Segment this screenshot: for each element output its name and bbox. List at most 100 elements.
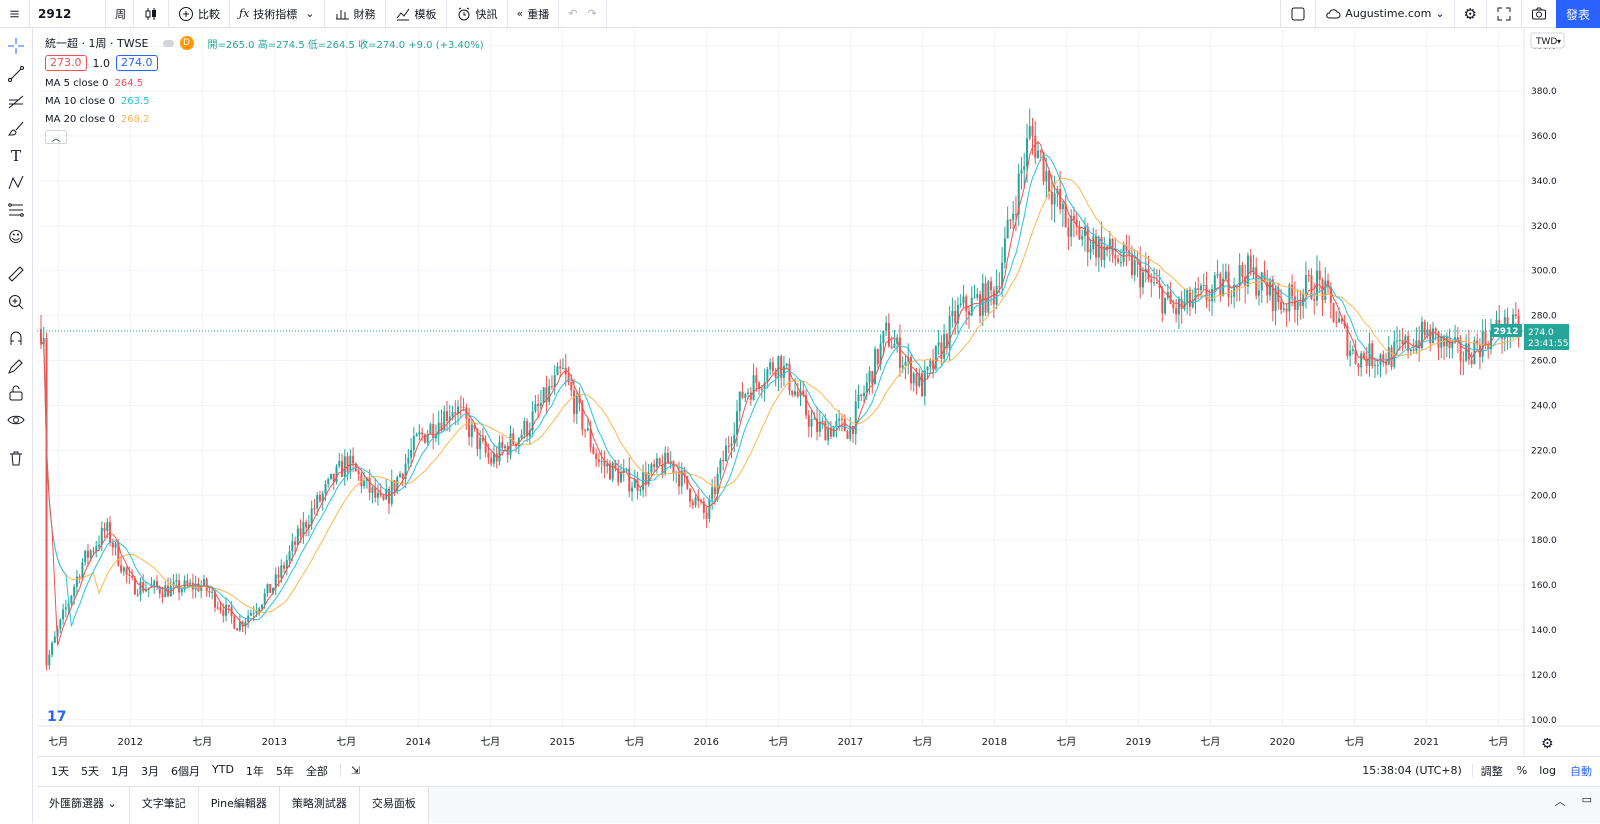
account-button[interactable]: Augustime.com ⌄ [1316, 0, 1455, 28]
range-button[interactable]: 1年 [240, 763, 270, 779]
drawing-toolbar: T ☺ [0, 28, 33, 823]
settings-button[interactable]: ⚙ [1455, 0, 1487, 28]
ma5-legend[interactable]: MA 5 close 0 264.5 [45, 74, 484, 92]
candle-body [1224, 271, 1227, 279]
brush-tool[interactable] [6, 118, 26, 138]
range-button[interactable]: 5天 [75, 763, 105, 779]
unlock-tool[interactable] [6, 383, 26, 403]
visibility-tool[interactable] [6, 410, 26, 430]
candle-body [1039, 150, 1042, 153]
price-tick-label: 160.0 [1531, 581, 1557, 591]
snapshot-button[interactable] [1522, 0, 1556, 28]
delete-tool[interactable] [6, 448, 26, 468]
eye-toggle[interactable] [162, 39, 174, 47]
panel-tab[interactable]: 文字筆記 [129, 787, 199, 824]
candle-body [672, 461, 675, 474]
panel-tab[interactable]: 策略測試器 [279, 787, 360, 824]
collapse-panel-button[interactable]: ︿ [1547, 787, 1574, 815]
candle-body [407, 457, 410, 464]
time-tick-label: 七月 [912, 736, 932, 748]
candle-body [1299, 302, 1302, 307]
series-title[interactable]: 統一超 · 1周 · TWSE [45, 35, 149, 51]
candle-body [735, 411, 738, 435]
time-axis[interactable]: 七月 2012 七月 2013 七月 2014 七月 2015 七月 2016 七月 2017 七月 20… [37, 725, 1600, 748]
templates-label: 模板 [414, 7, 437, 21]
adjust-button[interactable]: 調整 [1473, 763, 1511, 779]
trendline-tool[interactable] [6, 64, 26, 84]
clock[interactable]: 15:38:04 (UTC+8) [1352, 764, 1473, 777]
hamburger-icon [10, 10, 19, 17]
candle-body [1282, 308, 1285, 310]
candle-body [1025, 138, 1028, 167]
ask-price[interactable]: 274.0 [116, 55, 158, 71]
candle-body [153, 580, 156, 586]
settings-gear[interactable]: ⚙ [1541, 736, 1554, 752]
panel-tab[interactable]: 交易面板 [359, 787, 429, 824]
alert-button[interactable]: 快訊 [447, 0, 508, 28]
icon-tool[interactable]: ☺ [6, 227, 26, 247]
candle-body [100, 527, 103, 545]
lock-drawings-tool[interactable] [6, 356, 26, 376]
candle-body [1423, 321, 1426, 336]
menu-button[interactable] [0, 0, 30, 28]
range-button[interactable]: 1月 [105, 763, 135, 779]
compare-button[interactable]: 比較 [169, 0, 230, 28]
range-button[interactable]: 5年 [270, 763, 300, 779]
currency-button[interactable]: TWD ▾ [1530, 32, 1565, 49]
candle-body [890, 346, 893, 348]
measure-tool[interactable] [6, 264, 26, 284]
zoom-tool[interactable] [6, 292, 26, 312]
undo-icon[interactable]: ↶ [568, 7, 577, 20]
goto-date-button[interactable]: ⇲ [339, 764, 370, 777]
templates-button[interactable]: 模板 [386, 0, 447, 28]
time-tick-label: 七月 [192, 736, 212, 748]
range-button[interactable]: 1天 [45, 763, 75, 779]
template-icon [396, 8, 409, 20]
symbol-search[interactable]: 2912 [30, 0, 106, 28]
prediction-tool[interactable] [6, 200, 26, 220]
candle-body [793, 391, 796, 395]
range-button[interactable]: YTD [206, 763, 240, 779]
fib-tool[interactable] [6, 91, 26, 111]
redo-icon[interactable]: ↷ [587, 7, 596, 20]
crosshair-tool[interactable] [6, 36, 26, 56]
range-button[interactable]: 6個月 [165, 763, 206, 779]
auto-button[interactable]: 自動 [1562, 763, 1600, 779]
candle-body [1020, 170, 1023, 174]
fullscreen-button[interactable] [1487, 0, 1522, 28]
publish-button[interactable]: 發表 [1556, 0, 1600, 28]
panel-tab[interactable]: Pine編輯器 [198, 787, 280, 824]
interval-button[interactable]: 周 [106, 0, 134, 28]
candle-body [305, 522, 308, 528]
financials-button[interactable]: 財務 [325, 0, 386, 28]
layout-toggle-button[interactable] [1280, 0, 1317, 28]
candle-body [1257, 290, 1260, 296]
price-axis[interactable]: 100.0 120.0 140.0 160.0 180.0 200.0 220.0 240.0… [1523, 29, 1557, 755]
candle-body [559, 366, 562, 369]
candle-body [291, 541, 294, 552]
range-button[interactable]: 3月 [135, 763, 165, 779]
percent-button[interactable]: % [1511, 764, 1533, 777]
time-tick-label: 2012 [118, 737, 143, 748]
magnet-tool[interactable] [6, 328, 26, 348]
text-tool[interactable]: T [6, 146, 26, 166]
replay-button[interactable]: « 重播 [508, 0, 560, 28]
candle-body [161, 593, 164, 598]
collapse-button[interactable]: ︿ [45, 130, 67, 144]
range-button[interactable]: 全部 [300, 763, 334, 779]
candle-body [780, 356, 783, 378]
brush-icon [7, 121, 24, 136]
maximize-panel-button[interactable]: ▭ [1574, 787, 1600, 812]
pattern-tool[interactable] [6, 173, 26, 193]
panel-tab[interactable]: 外匯篩選器 ⌄ [37, 787, 130, 824]
ma20-legend[interactable]: MA 20 close 0 268.2 [45, 110, 484, 128]
log-button[interactable]: log [1533, 764, 1562, 777]
chart-style-button[interactable] [134, 0, 169, 28]
time-tick-label: 七月 [48, 736, 68, 748]
candle-body [225, 604, 228, 616]
bid-price[interactable]: 273.0 [45, 55, 87, 71]
candle-body [1023, 166, 1026, 171]
candle-body [109, 522, 112, 543]
indicators-button[interactable]: ƒx 技術指標 ⌄ [230, 0, 325, 28]
ma10-legend[interactable]: MA 10 close 0 263.5 [45, 92, 484, 110]
